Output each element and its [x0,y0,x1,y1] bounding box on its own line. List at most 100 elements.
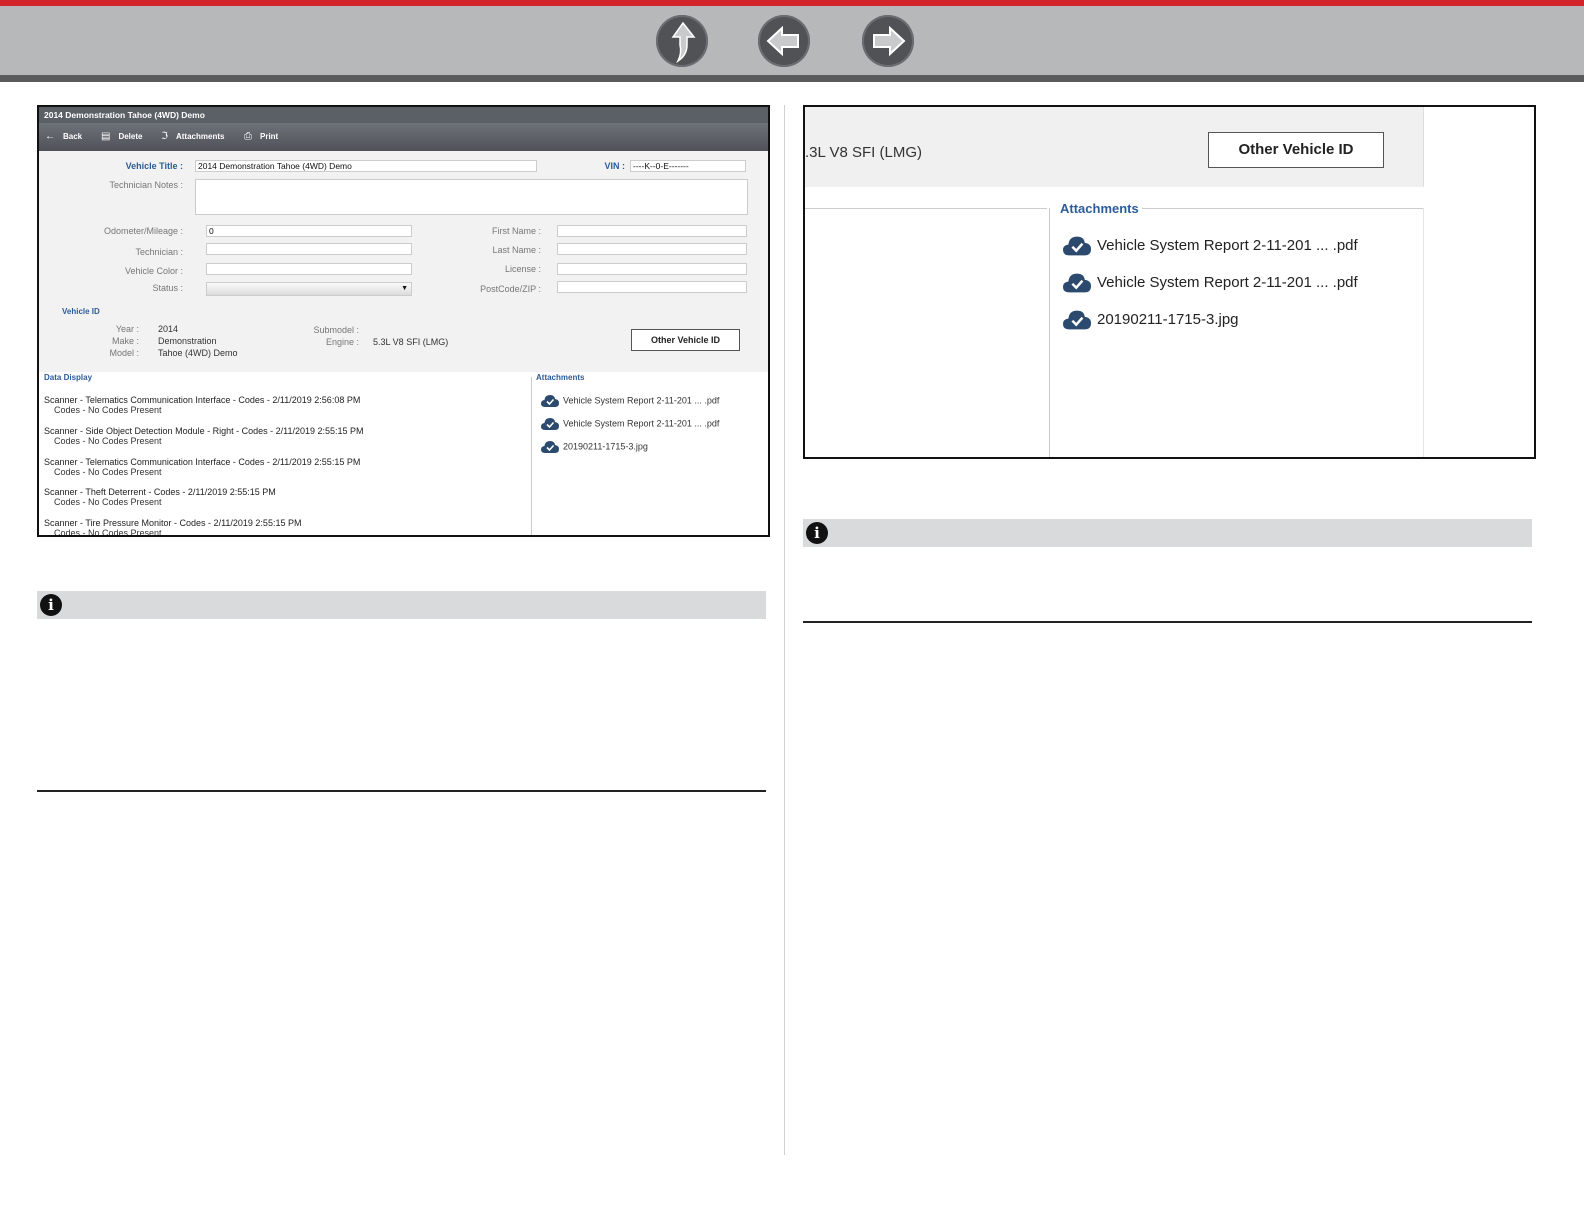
attachment-item-zoom[interactable]: 20190211-1715-3.jpg [1063,309,1239,331]
postcode-field[interactable] [557,281,747,293]
info-icon: i [806,522,828,544]
engine-value: 5.3L V8 SFI (LMG) [373,337,449,347]
odometer-label: Odometer/Mileage : [103,226,183,236]
attachment-name: Vehicle System Report 2-11-201 ... .pdf [1097,236,1358,254]
attachments-header-line [1135,208,1423,209]
window-title: 2014 Demonstration Tahoe (4WD) Demo [39,107,768,123]
make-label: Make : [111,336,139,346]
data-display-item[interactable]: Scanner - Tire Pressure Monitor - Codes … [44,518,302,535]
panel-divider [1049,208,1050,457]
record-toolbar: ← Back ▤ Delete ℑ Attachments ⎙ Print [39,123,768,151]
technician-label: Technician : [135,247,183,257]
section-rule-right [803,621,1532,623]
next-page-button[interactable] [862,15,914,67]
attachment-name: 20190211-1715-3.jpg [1097,310,1239,328]
submodel-label: Submodel : [313,325,359,335]
back-button[interactable]: ← Back [45,123,82,151]
data-display-item-sub: Codes - No Codes Present [54,436,162,446]
vehicle-color-field[interactable] [206,263,412,275]
year-value: 2014 [158,324,179,334]
data-display-item-title: Scanner - Tire Pressure Monitor - Codes … [44,518,302,528]
data-display-item-title: Scanner - Side Object Detection Module -… [44,426,364,436]
data-display-item-title: Scanner - Telematics Communication Inter… [44,395,361,405]
data-display-item[interactable]: Scanner - Side Object Detection Module -… [44,426,364,446]
printer-icon: ⎙ [244,131,252,142]
attachments-section-label-zoom: Attachments [1057,201,1142,216]
cloud-check-icon [1063,273,1091,293]
data-display-item-title: Scanner - Theft Deterrent - Codes - 2/11… [44,487,276,497]
status-label: Status : [152,283,183,293]
previous-page-button[interactable] [758,15,810,67]
attachment-item[interactable]: 20190211-1715-3.jpg [541,440,648,454]
status-dropdown[interactable]: ▼ [206,282,412,296]
technician-field[interactable] [206,243,412,255]
attachment-name: Vehicle System Report 2-11-201 ... .pdf [1097,273,1358,291]
back-arrow-icon [766,25,799,57]
first-name-field[interactable] [557,225,747,237]
column-separator [784,105,785,1155]
attachments-button[interactable]: ℑ Attachments [161,123,224,151]
cloud-check-icon [541,441,559,453]
section-rule-left [37,790,766,792]
panel-border [805,208,1047,209]
postcode-label: PostCode/ZIP : [480,284,541,294]
data-display-item[interactable]: Scanner - Telematics Communication Inter… [44,457,360,477]
attachment-item-zoom[interactable]: Vehicle System Report 2-11-201 ... .pdf [1063,235,1358,257]
attachment-name: Vehicle System Report 2-11-201 ... .pdf [563,418,720,429]
up-arrow-icon [671,21,696,64]
license-field[interactable] [557,263,747,275]
cloud-check-icon [1063,310,1091,330]
data-display-section-label: Data Display [44,373,93,382]
last-name-label: Last Name : [492,245,541,255]
odometer-field[interactable]: 0 [206,225,412,237]
make-value: Demonstration [158,336,217,346]
cloud-check-icon [541,395,559,407]
print-button[interactable]: ⎙ Print [244,123,278,151]
engine-label: Engine : [325,337,359,347]
vehicle-color-label: Vehicle Color : [124,266,183,276]
note-bar-right: i [803,519,1532,547]
model-label: Model : [109,348,139,358]
last-name-field[interactable] [557,243,747,255]
print-label: Print [260,132,279,141]
dropdown-arrow-icon: ▼ [401,285,408,292]
brand-stripe [0,0,1584,6]
left-arrow-icon: ← [45,131,55,142]
data-display-item-title: Scanner - Telematics Communication Inter… [44,457,361,467]
vehicle-title-label: Vehicle Title : [125,161,183,171]
attachment-item-zoom[interactable]: Vehicle System Report 2-11-201 ... .pdf [1063,272,1358,294]
vehicle-id-section-label: Vehicle ID [62,307,100,316]
attachment-name: Vehicle System Report 2-11-201 ... .pdf [563,395,720,406]
data-display-item[interactable]: Scanner - Telematics Communication Inter… [44,395,360,415]
other-vehicle-id-button[interactable]: Other Vehicle ID [631,329,740,351]
attachments-section-label: Attachments [536,373,585,382]
attachment-name: 20190211-1715-3.jpg [563,441,648,452]
data-display-item[interactable]: Scanner - Theft Deterrent - Codes - 2/11… [44,487,276,507]
other-vehicle-id-button-zoom[interactable]: Other Vehicle ID [1208,132,1384,168]
vin-field[interactable]: ----K--0-E------- [630,160,746,172]
technician-notes-field[interactable] [195,179,748,215]
cloud-check-icon [1063,236,1091,256]
delete-label: Delete [118,132,143,141]
info-icon: i [40,594,62,616]
attachments-zoom-screenshot: .3L V8 SFI (LMG) Other Vehicle ID Attach… [803,105,1536,459]
paperclip-icon: ℑ [161,131,168,142]
note-bar-left: i [37,591,766,619]
delete-button[interactable]: ▤ Delete [101,123,142,151]
up-navigation-button[interactable] [656,15,708,67]
data-display-item-sub: Codes - No Codes Present [54,467,162,477]
vehicle-title-field[interactable]: 2014 Demonstration Tahoe (4WD) Demo [195,160,537,172]
panel-border-right [1423,208,1424,457]
top-navigation-bar [0,0,1584,82]
panel-divider [531,377,532,535]
engine-value-zoom: .3L V8 SFI (LMG) [805,144,922,161]
data-display-item-sub: Codes - No Codes Present [54,405,162,415]
trash-icon: ▤ [101,131,111,142]
model-value: Tahoe (4WD) Demo [158,348,238,358]
technician-notes-label: Technician Notes : [109,180,183,190]
attachment-item[interactable]: Vehicle System Report 2-11-201 ... .pdf [541,417,719,431]
vehicle-record-screenshot: 2014 Demonstration Tahoe (4WD) Demo ← Bac… [37,105,770,537]
attachment-item[interactable]: Vehicle System Report 2-11-201 ... .pdf [541,394,719,408]
data-display-item-sub: Codes - No Codes Present [54,497,162,507]
back-label: Back [63,132,83,141]
